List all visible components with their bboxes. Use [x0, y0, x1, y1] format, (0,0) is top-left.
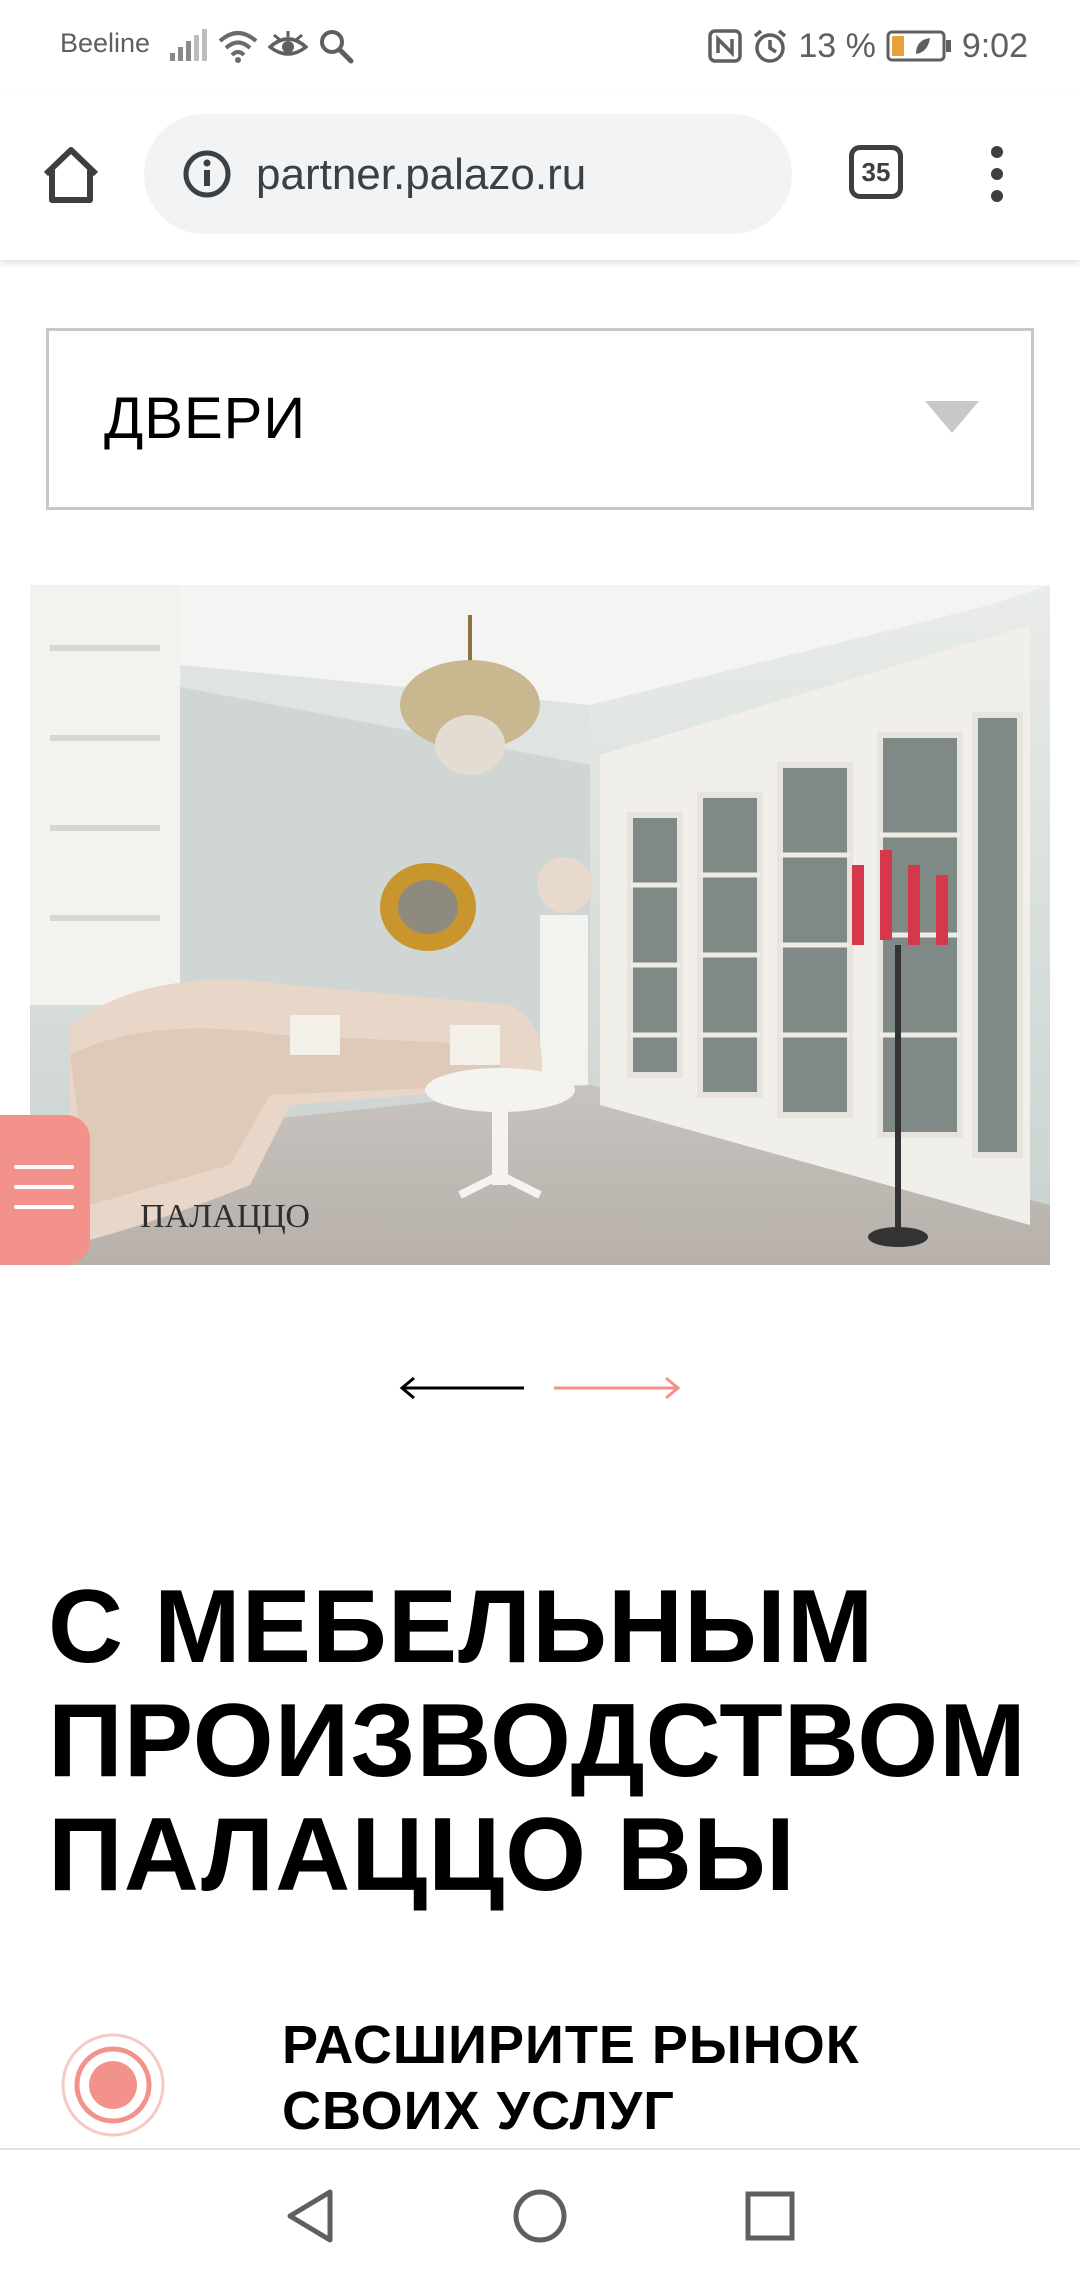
dropdown-selected-value: ДВЕРИ: [104, 386, 307, 451]
tab-count: 35: [861, 156, 891, 187]
menu-line: [14, 1165, 74, 1169]
search-icon: [320, 30, 354, 64]
hero-photo: ПАЛАЦЦО: [30, 585, 1050, 1265]
info-icon[interactable]: [182, 149, 232, 199]
status-left-icons: [168, 22, 354, 70]
nfc-icon: [708, 29, 743, 63]
eye-icon: [268, 31, 308, 56]
interior-image: ПАЛАЦЦО: [30, 585, 1050, 1265]
recent-apps-icon[interactable]: [744, 2190, 796, 2242]
carrier-name: Beeline: [60, 28, 151, 58]
feature-line: РАСШИРИТЕ РЫНОК: [282, 2015, 860, 2075]
feature-title: РАСШИРИТЕ РЫНОК СВОИХ УСЛУГ: [282, 2012, 860, 2144]
category-dropdown[interactable]: ДВЕРИ: [46, 328, 1034, 510]
caret-down-icon: [925, 401, 979, 433]
arrow-left-icon[interactable]: [398, 1372, 526, 1404]
url-text[interactable]: partner.palazo.ru: [256, 150, 586, 200]
wifi-icon: [218, 31, 258, 63]
page-headline: С МЕБЕЛЬНЫМ ПРОИЗВОДСТВОМ ПАЛАЦЦО ВЫ: [48, 1570, 1048, 1912]
status-right: 13 % 9:02: [708, 22, 1028, 70]
target-icon: [61, 2033, 165, 2137]
signal-icon: [170, 29, 207, 61]
browser-toolbar: partner.palazo.ru 35: [0, 92, 1080, 260]
watermark-text: ПАЛАЦЦО: [140, 1198, 310, 1235]
tabs-button[interactable]: 35: [849, 145, 903, 199]
menu-line: [14, 1185, 74, 1189]
clock: 9:02: [961, 26, 1028, 65]
more-vert-icon[interactable]: [982, 142, 1012, 206]
headline-line: ПРОИЗВОДСТВОМ: [48, 1683, 1027, 1799]
status-bar: Beeline 13 % 9:02: [0, 0, 1080, 92]
address-bar[interactable]: partner.palazo.ru: [144, 114, 792, 234]
battery-percent: 13 %: [798, 26, 876, 65]
battery-icon: [886, 30, 951, 62]
home-nav-icon[interactable]: [512, 2188, 568, 2244]
back-icon[interactable]: [284, 2188, 338, 2244]
side-menu-button[interactable]: [0, 1115, 90, 1265]
system-nav-bar: [0, 2148, 1080, 2280]
arrow-right-icon[interactable]: [552, 1372, 682, 1404]
feature-line: СВОИХ УСЛУГ: [282, 2081, 675, 2141]
home-icon[interactable]: [40, 144, 102, 206]
headline-line: С МЕБЕЛЬНЫМ: [48, 1569, 875, 1685]
alarm-icon: [754, 29, 787, 63]
menu-line: [14, 1205, 74, 1209]
headline-line: ПАЛАЦЦО ВЫ: [48, 1797, 796, 1913]
